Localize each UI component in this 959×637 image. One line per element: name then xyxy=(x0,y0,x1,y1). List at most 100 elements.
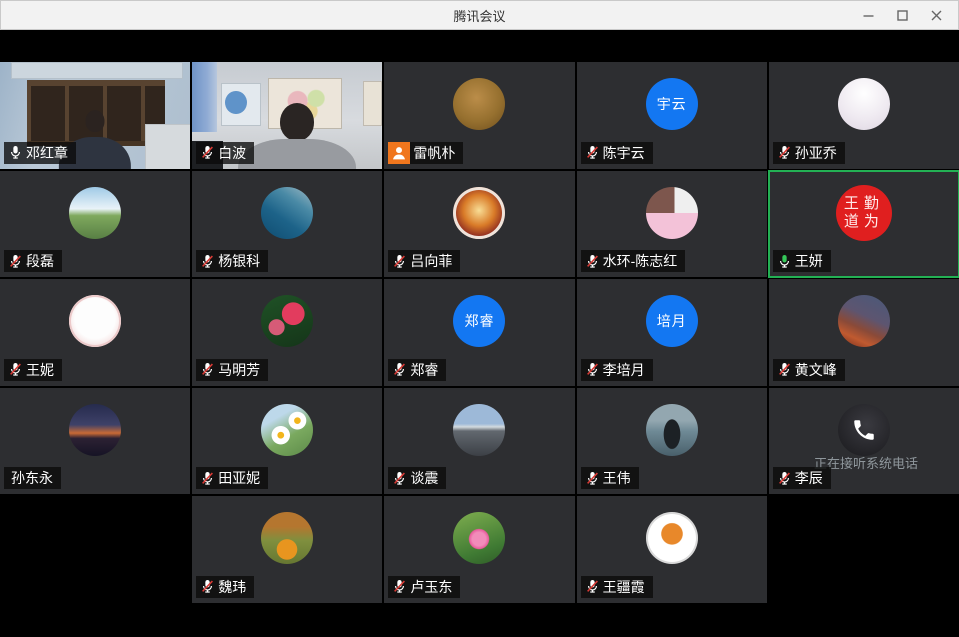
participant-tile[interactable]: 孙亚乔 xyxy=(769,62,959,169)
mic-muted-icon xyxy=(392,254,407,269)
participant-tile[interactable]: 段磊 xyxy=(0,171,190,278)
participant-tile[interactable]: 谈震 xyxy=(384,388,574,495)
participant-name-label: 雷帆朴 xyxy=(388,142,463,164)
mic-muted-icon xyxy=(200,362,215,377)
participant-tile[interactable]: 培月 李培月 xyxy=(577,279,767,386)
participant-tile[interactable]: 正在接听系统电话 李辰 xyxy=(769,388,959,495)
participant-name-label: 孙亚乔 xyxy=(773,142,845,164)
participant-tile[interactable]: 白波 xyxy=(192,62,382,169)
avatar xyxy=(261,187,313,239)
participant-tile[interactable]: 水环-陈志红 xyxy=(577,171,767,278)
participant-tile[interactable]: 吕向菲 xyxy=(384,171,574,278)
participant-name: 吕向菲 xyxy=(410,253,452,269)
mic-muted-icon xyxy=(777,145,792,160)
avatar xyxy=(69,187,121,239)
participant-name-label: 郑睿 xyxy=(388,359,446,381)
meeting-grid: 邓红章 白波 雷帆朴 宇云 陈宇云 孙亚乔 xyxy=(0,62,959,603)
window-controls xyxy=(851,0,953,30)
mic-on-icon xyxy=(8,145,23,160)
member-badge-icon xyxy=(388,142,410,164)
avatar: 郑睿 xyxy=(453,295,505,347)
participant-name-label: 卢玉东 xyxy=(388,576,460,598)
participant-name: 邓红章 xyxy=(26,145,68,161)
participant-name: 段磊 xyxy=(26,253,54,269)
participant-name: 王妍 xyxy=(795,253,823,269)
close-button[interactable] xyxy=(919,0,953,30)
participant-tile[interactable]: 王伟 xyxy=(577,388,767,495)
participant-name-label: 吕向菲 xyxy=(388,250,460,272)
minimize-button[interactable] xyxy=(851,0,885,30)
participant-name-label: 邓红章 xyxy=(4,142,76,164)
mic-muted-icon xyxy=(585,579,600,594)
avatar xyxy=(69,404,121,456)
participant-name-label: 魏玮 xyxy=(196,576,254,598)
participant-name: 魏玮 xyxy=(218,579,246,595)
avatar-initials: 宇云 xyxy=(657,94,687,114)
participant-name-label: 段磊 xyxy=(4,250,62,272)
avatar xyxy=(453,404,505,456)
participant-name: 王疆霞 xyxy=(603,579,645,595)
title-bar: 腾讯会议 xyxy=(0,0,959,30)
participant-name: 卢玉东 xyxy=(410,579,452,595)
participant-tile[interactable]: 杨银科 xyxy=(192,171,382,278)
avatar-initials: 培月 xyxy=(657,311,687,331)
mic-muted-icon xyxy=(585,362,600,377)
participant-name: 李培月 xyxy=(603,362,645,378)
avatar xyxy=(261,404,313,456)
participant-name: 王伟 xyxy=(603,470,631,486)
participant-tile[interactable]: 卢玉东 xyxy=(384,496,574,603)
participant-name-label: 王疆霞 xyxy=(581,576,653,598)
participant-name-label: 白波 xyxy=(196,142,254,164)
mic-speaking-icon xyxy=(777,254,792,269)
avatar: 宇云 xyxy=(646,78,698,130)
participant-tile[interactable]: 王疆霞 xyxy=(577,496,767,603)
avatar xyxy=(838,295,890,347)
participant-tile[interactable]: 田亚妮 xyxy=(192,388,382,495)
participant-tile[interactable]: 魏玮 xyxy=(192,496,382,603)
avatar xyxy=(646,512,698,564)
avatar xyxy=(261,512,313,564)
participant-tile[interactable]: 邓红章 xyxy=(0,62,190,169)
participant-tile[interactable]: 黄文峰 xyxy=(769,279,959,386)
participant-tile[interactable]: 宇云 陈宇云 xyxy=(577,62,767,169)
avatar xyxy=(838,78,890,130)
maximize-button[interactable] xyxy=(885,0,919,30)
participant-name-label: 李辰 xyxy=(773,467,831,489)
avatar xyxy=(69,295,121,347)
participant-name-label: 杨银科 xyxy=(196,250,268,272)
avatar-initials: 郑睿 xyxy=(464,311,494,331)
minimize-icon xyxy=(863,10,874,21)
participant-name: 杨银科 xyxy=(218,253,260,269)
close-icon xyxy=(931,10,942,21)
participant-name-label: 孙东永 xyxy=(4,467,61,489)
mic-muted-icon xyxy=(585,254,600,269)
participant-tile-active-speaker[interactable]: 王勤道为 王妍 xyxy=(769,171,959,278)
avatar xyxy=(453,512,505,564)
participant-tile[interactable]: 王妮 xyxy=(0,279,190,386)
participant-name: 郑睿 xyxy=(410,362,438,378)
maximize-icon xyxy=(897,10,908,21)
mic-muted-icon xyxy=(8,254,23,269)
meeting-stage: 邓红章 白波 雷帆朴 宇云 陈宇云 孙亚乔 xyxy=(0,30,959,637)
participant-name-label: 水环-陈志红 xyxy=(581,250,686,272)
participant-tile[interactable]: 郑睿 郑睿 xyxy=(384,279,574,386)
mic-muted-icon xyxy=(777,362,792,377)
mic-muted-icon xyxy=(200,471,215,486)
participant-name-label: 王妮 xyxy=(4,359,62,381)
participant-name-label: 王伟 xyxy=(581,467,639,489)
participant-name-label: 马明芳 xyxy=(196,359,268,381)
phone-call-icon xyxy=(851,417,877,443)
avatar-seal-text: 王勤道为 xyxy=(843,195,885,231)
avatar: 培月 xyxy=(646,295,698,347)
participant-tile[interactable]: 孙东永 xyxy=(0,388,190,495)
participant-name: 田亚妮 xyxy=(218,470,260,486)
participant-name: 水环-陈志红 xyxy=(603,253,678,269)
participant-tile[interactable]: 雷帆朴 xyxy=(384,62,574,169)
participant-tile[interactable]: 马明芳 xyxy=(192,279,382,386)
window-title: 腾讯会议 xyxy=(0,6,959,25)
mic-muted-icon xyxy=(777,471,792,486)
participant-name-label: 李培月 xyxy=(581,359,653,381)
avatar xyxy=(453,187,505,239)
avatar xyxy=(646,187,698,239)
participant-name: 李辰 xyxy=(795,470,823,486)
